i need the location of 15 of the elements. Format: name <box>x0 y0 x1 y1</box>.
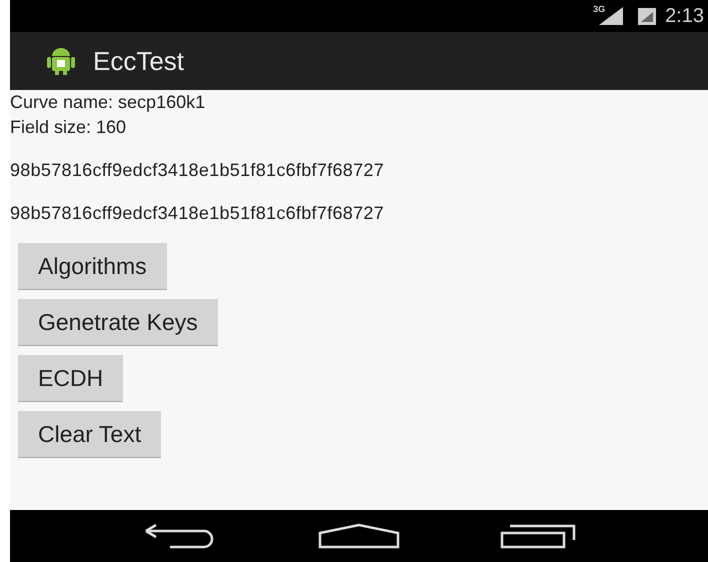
android-robot-icon <box>47 46 75 76</box>
action-button[interactable]: Algorithms <box>18 243 167 290</box>
action-button[interactable]: ECDH <box>18 355 124 402</box>
app-title: EccTest <box>93 44 184 78</box>
hex-output: 98b57816cff9edcf3418e1b51f81c6fbf7f68727 <box>10 203 386 223</box>
battery-icon <box>637 6 658 26</box>
clock: 2:13 <box>665 4 704 29</box>
info-text: Field size: 160 <box>10 117 128 137</box>
recent-apps-icon[interactable] <box>500 523 576 549</box>
hex-output: 98b57816cff9edcf3418e1b51f81c6fbf7f68727 <box>10 160 386 180</box>
action-button[interactable]: Clear Text <box>18 411 162 458</box>
info-text: Curve name: secp160k1 <box>10 92 206 112</box>
action-button[interactable]: Genetrate Keys <box>18 299 218 346</box>
network-type: 3G <box>593 3 606 16</box>
home-icon[interactable] <box>318 523 400 549</box>
